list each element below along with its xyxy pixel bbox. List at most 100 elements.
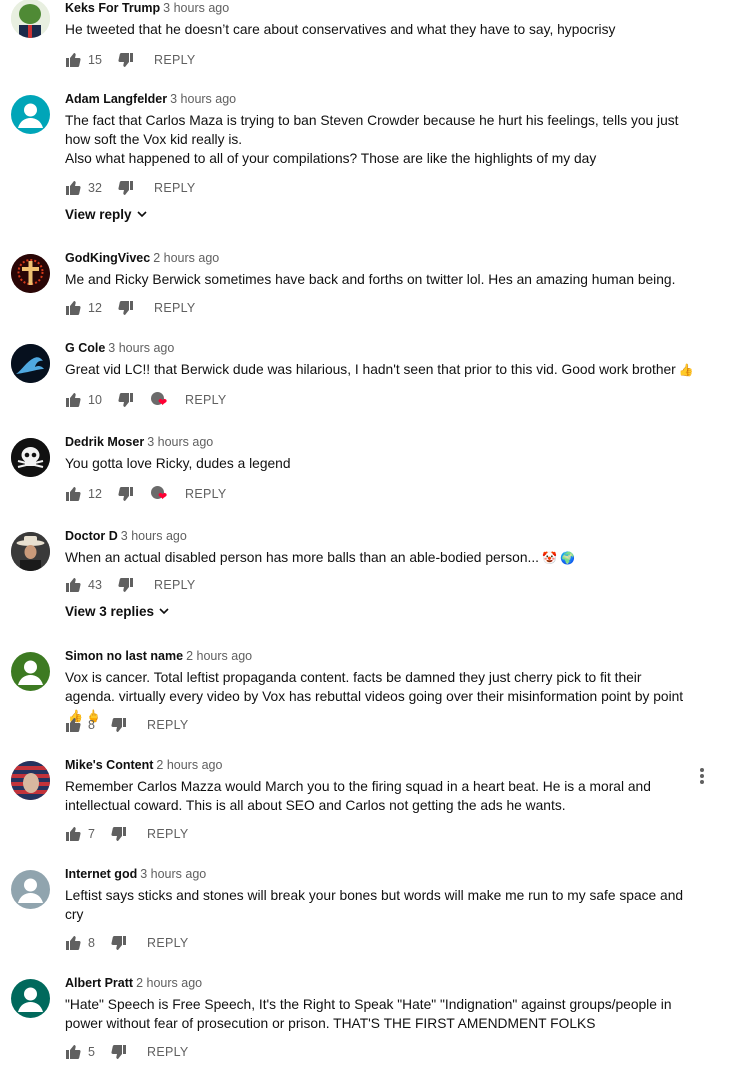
comment-body: Doctor D3 hours ago When an actual disab… [65, 528, 695, 568]
comment-text: Remember Carlos Mazza would March you to… [65, 779, 651, 813]
like-count: 8 [88, 718, 95, 732]
more-options-icon[interactable] [699, 767, 705, 785]
comment-body: Adam Langfelder 3 hours ago The fact that… [65, 91, 695, 168]
comment-time[interactable]: 3 hours ago [121, 529, 187, 543]
thumb-up-icon[interactable] [65, 717, 81, 733]
like-count: 12 [88, 487, 102, 501]
comment-actions: 5 REPLY [65, 1042, 189, 1062]
thumb-down-icon[interactable] [118, 577, 134, 593]
thumb-down-icon[interactable] [111, 935, 127, 951]
avatar[interactable] [11, 532, 50, 571]
thumb-down-icon[interactable] [111, 1044, 127, 1060]
comment-time[interactable]: 3 hours ago [163, 1, 229, 15]
thumb-down-icon[interactable] [118, 486, 134, 502]
like-count: 8 [88, 936, 95, 950]
thumb-up-icon[interactable] [65, 935, 81, 951]
thumb-up-icon[interactable] [65, 300, 81, 316]
comment-text: When an actual disabled person has more … [65, 548, 695, 568]
avatar[interactable] [11, 254, 50, 293]
like-count: 5 [88, 1045, 95, 1059]
thumb-down-icon[interactable] [118, 180, 134, 196]
comment: Albert Pratt 2 hours ago "Hate" Speech is… [0, 975, 735, 1074]
thumb-up-icon[interactable] [65, 577, 81, 593]
comment-time[interactable]: 2 hours ago [186, 649, 252, 663]
comment-author[interactable]: GodKingVivec [65, 251, 150, 265]
creator-heart-badge: ❤ [151, 485, 171, 503]
reply-button[interactable]: REPLY [147, 936, 189, 950]
comment-author[interactable]: Albert Pratt [65, 976, 133, 990]
comment-body: GodKingVivec 2 hours ago Me and Ricky Ber… [65, 250, 695, 289]
reply-button[interactable]: REPLY [154, 181, 196, 195]
comment: Adam Langfelder 3 hours ago The fact that… [0, 91, 735, 231]
thumb-down-icon[interactable] [118, 392, 134, 408]
thumb-up-icon[interactable] [65, 392, 81, 408]
comment-time[interactable]: 3 hours ago [170, 92, 236, 106]
thumb-up-icon[interactable] [65, 826, 81, 842]
avatar[interactable] [11, 344, 50, 383]
comment-time[interactable]: 3 hours ago [108, 341, 174, 355]
comment: G Cole 3 hours ago Great vid LC!! that Be… [0, 340, 735, 420]
reply-button[interactable]: REPLY [147, 718, 189, 732]
comment-text: Me and Ricky Berwick sometimes have back… [65, 272, 676, 287]
comment-time[interactable]: 3 hours ago [147, 435, 213, 449]
reply-button[interactable]: REPLY [154, 578, 196, 592]
comment-author[interactable]: Mike's Content [65, 758, 153, 772]
thumb-up-icon[interactable] [65, 52, 81, 68]
comment-text: Leftist says sticks and stones will brea… [65, 888, 684, 922]
reply-button[interactable]: REPLY [154, 53, 196, 67]
avatar[interactable] [11, 438, 50, 477]
like-count: 7 [88, 827, 95, 841]
default-avatar-icon [18, 878, 43, 903]
comment-author[interactable]: Doctor D [65, 529, 118, 543]
default-avatar-icon [18, 103, 43, 128]
avatar[interactable] [11, 761, 50, 800]
comment-author[interactable]: Keks For Trump [65, 1, 160, 15]
thumb-down-icon[interactable] [118, 52, 134, 68]
like-count: 10 [88, 393, 102, 407]
comment-time[interactable]: 3 hours ago [140, 867, 206, 881]
comment-time[interactable]: 2 hours ago [156, 758, 222, 772]
cowboy-avatar-icon [11, 532, 50, 571]
comment-actions: 32 REPLY [65, 178, 196, 198]
comment-actions: 12 ❤ REPLY [65, 484, 227, 504]
like-count: 43 [88, 578, 102, 592]
thumb-down-icon[interactable] [118, 300, 134, 316]
comment-time[interactable]: 2 hours ago [136, 976, 202, 990]
comment-actions: 43 REPLY [65, 575, 196, 595]
wave-avatar-icon [11, 344, 50, 383]
reply-button[interactable]: REPLY [147, 827, 189, 841]
comment-author[interactable]: Internet god [65, 867, 137, 881]
heart-icon: ❤ [158, 491, 168, 503]
reply-button[interactable]: REPLY [185, 393, 227, 407]
view-replies-button[interactable]: View 3 replies [65, 604, 169, 619]
avatar[interactable] [11, 0, 50, 38]
like-count: 15 [88, 53, 102, 67]
comment-author[interactable]: Dedrik Moser [65, 435, 144, 449]
comment-body: Albert Pratt 2 hours ago "Hate" Speech is… [65, 975, 695, 1033]
thumb-up-icon[interactable] [65, 1044, 81, 1060]
reply-button[interactable]: REPLY [147, 1045, 189, 1059]
reply-button[interactable]: REPLY [185, 487, 227, 501]
view-replies-button[interactable]: View reply [65, 207, 147, 222]
comment-author[interactable]: G Cole [65, 341, 105, 355]
comment-actions: 10 ❤ REPLY [65, 390, 227, 410]
heart-icon: ❤ [158, 397, 168, 409]
avatar[interactable] [11, 95, 50, 134]
skull-avatar-icon [11, 438, 50, 477]
comment: Keks For Trump 3 hours ago He tweeted tha… [0, 0, 735, 80]
thumb-up-icon[interactable] [65, 180, 81, 196]
avatar[interactable] [11, 652, 50, 691]
reply-button[interactable]: REPLY [154, 301, 196, 315]
thumb-down-icon[interactable] [111, 717, 127, 733]
comment-text: The fact that Carlos Maza is trying to b… [65, 113, 679, 166]
comment-text: He tweeted that he doesn’t care about co… [65, 22, 616, 37]
thumb-down-icon[interactable] [111, 826, 127, 842]
comment-time[interactable]: 2 hours ago [153, 251, 219, 265]
avatar[interactable] [11, 979, 50, 1018]
thumb-up-icon[interactable] [65, 486, 81, 502]
like-count: 12 [88, 301, 102, 315]
avatar[interactable] [11, 870, 50, 909]
comment-author[interactable]: Simon no last name [65, 649, 183, 663]
pepe-avatar-icon [11, 0, 50, 38]
comment-author[interactable]: Adam Langfelder [65, 92, 167, 106]
